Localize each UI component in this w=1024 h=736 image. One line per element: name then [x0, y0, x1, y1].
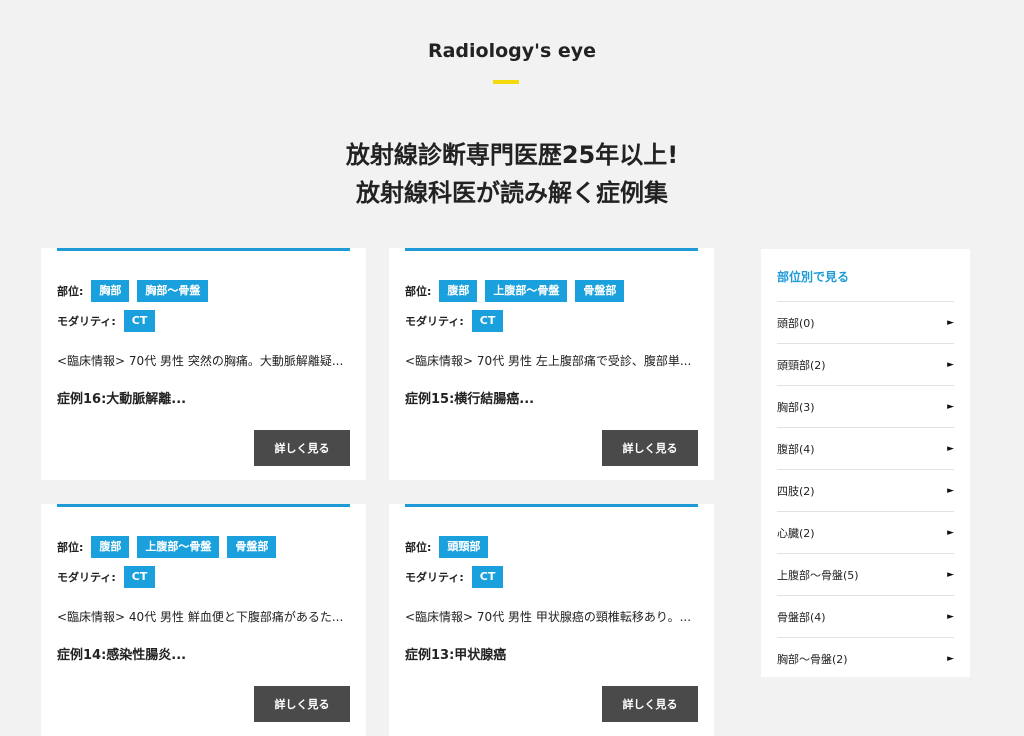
modality-tag[interactable]: CT	[123, 310, 156, 332]
title-underline	[493, 80, 519, 84]
section-title: Radiology's eye	[427, 40, 597, 62]
region-label: 部位:	[57, 285, 84, 298]
headline-line-2: 放射線科医が読み解く症例集	[356, 179, 668, 207]
sidebar-item-label: 胸部〜骨盤(2)	[777, 652, 848, 666]
arrow-right-icon: ►	[947, 653, 954, 664]
region-tag[interactable]: 胸部〜骨盤	[137, 280, 209, 302]
case-title[interactable]: 症例14:感染性腸炎...	[57, 644, 186, 663]
sidebar-item-label: 腹部(4)	[777, 442, 815, 456]
region-tag[interactable]: 胸部	[91, 280, 130, 302]
case-excerpt: <臨床情報> 70代 男性 甲状腺癌の頸椎転移あり。...	[405, 610, 692, 624]
modality-row: モダリティ: CT	[405, 566, 504, 588]
view-details-button[interactable]: 詳しく見る	[254, 430, 350, 466]
sidebar-region-filter: 部位別で見る 頭部(0) ► 頭頸部(2) ► 胸部(3) ► 腹部(4) ► 四肢(2) ► 心臓…	[761, 249, 970, 677]
sidebar-item[interactable]: 上腹部〜骨盤(5) ►	[777, 553, 954, 595]
headline-line-1: 放射線診断専門医歴25年以上!	[345, 141, 679, 169]
arrow-right-icon: ►	[947, 401, 954, 412]
region-tag[interactable]: 腹部	[91, 536, 130, 558]
modality-label: モダリティ:	[405, 571, 464, 584]
case-title[interactable]: 症例15:横行結腸癌...	[405, 388, 534, 407]
region-label: 部位:	[405, 541, 432, 554]
modality-label: モダリティ:	[57, 315, 116, 328]
region-tag[interactable]: 骨盤部	[227, 536, 277, 558]
view-details-button[interactable]: 詳しく見る	[602, 430, 698, 466]
sidebar-item[interactable]: 心臓(2) ►	[777, 511, 954, 553]
arrow-right-icon: ►	[947, 569, 954, 580]
sidebar-item-label: 頭頸部(2)	[777, 358, 826, 372]
modality-tag[interactable]: CT	[471, 566, 504, 588]
region-tag[interactable]: 頭頸部	[439, 536, 489, 558]
sidebar-item-label: 頭部(0)	[777, 316, 815, 330]
view-details-button[interactable]: 詳しく見る	[602, 686, 698, 722]
arrow-right-icon: ►	[947, 443, 954, 454]
modality-tag[interactable]: CT	[471, 310, 504, 332]
region-tag[interactable]: 上腹部〜骨盤	[485, 280, 568, 302]
region-tag[interactable]: 骨盤部	[575, 280, 625, 302]
case-card[interactable]: 部位: 頭頸部モダリティ: CT <臨床情報> 70代 男性 甲状腺癌の頸椎転移あり。…	[389, 504, 714, 736]
sidebar-item-label: 心臓(2)	[777, 526, 815, 540]
case-title[interactable]: 症例16:大動脈解離...	[57, 388, 186, 407]
arrow-right-icon: ►	[947, 611, 954, 622]
case-title[interactable]: 症例13:甲状腺癌	[405, 644, 506, 663]
region-row: 部位: 頭頸部	[405, 536, 489, 558]
region-row: 部位: 腹部 上腹部〜骨盤 骨盤部	[57, 536, 277, 558]
sidebar-item[interactable]: 腹部(4) ►	[777, 427, 954, 469]
sidebar-item-label: 骨盤部(4)	[777, 610, 826, 624]
arrow-right-icon: ►	[947, 485, 954, 496]
modality-tag[interactable]: CT	[123, 566, 156, 588]
case-card[interactable]: 部位: 腹部 上腹部〜骨盤 骨盤部モダリティ: CT <臨床情報> 40代 男性 鮮血便と…	[41, 504, 366, 736]
modality-label: モダリティ:	[405, 315, 464, 328]
sidebar-item-label: 四肢(2)	[777, 484, 815, 498]
sidebar-item[interactable]: 胸部(3) ►	[777, 385, 954, 427]
sidebar-item[interactable]: 骨盤部(4) ►	[777, 595, 954, 637]
modality-row: モダリティ: CT	[405, 310, 504, 332]
case-card[interactable]: 部位: 腹部 上腹部〜骨盤 骨盤部モダリティ: CT <臨床情報> 70代 男性 左上腹部…	[389, 248, 714, 480]
sidebar-item[interactable]: 四肢(2) ►	[777, 469, 954, 511]
region-tag[interactable]: 上腹部〜骨盤	[137, 536, 220, 558]
arrow-right-icon: ►	[947, 317, 954, 328]
case-card[interactable]: 部位: 胸部 胸部〜骨盤モダリティ: CT <臨床情報> 70代 男性 突然の胸痛。大動…	[41, 248, 366, 480]
modality-row: モダリティ: CT	[57, 310, 156, 332]
sidebar-item[interactable]: 頭部(0) ►	[777, 301, 954, 343]
case-excerpt: <臨床情報> 40代 男性 鮮血便と下腹部痛があるた...	[57, 610, 344, 624]
sidebar-item[interactable]: 頭頸部(2) ►	[777, 343, 954, 385]
arrow-right-icon: ►	[947, 359, 954, 370]
region-tag[interactable]: 腹部	[439, 280, 478, 302]
region-label: 部位:	[57, 541, 84, 554]
modality-label: モダリティ:	[57, 571, 116, 584]
sidebar-item[interactable]: 胸部〜骨盤(2) ►	[777, 637, 954, 679]
view-details-button[interactable]: 詳しく見る	[254, 686, 350, 722]
region-row: 部位: 胸部 胸部〜骨盤	[57, 280, 209, 302]
sidebar-title: 部位別で見る	[777, 270, 850, 284]
modality-row: モダリティ: CT	[57, 566, 156, 588]
case-excerpt: <臨床情報> 70代 男性 突然の胸痛。大動脈解離疑...	[57, 354, 344, 368]
sidebar-list: 頭部(0) ► 頭頸部(2) ► 胸部(3) ► 腹部(4) ► 四肢(2) ► 心臓(2) ► 上腹部…	[777, 301, 954, 679]
sidebar-item-label: 上腹部〜骨盤(5)	[777, 568, 859, 582]
headline: 放射線診断専門医歴25年以上! 放射線科医が読み解く症例集	[0, 136, 1024, 212]
sidebar-item-label: 胸部(3)	[777, 400, 815, 414]
arrow-right-icon: ►	[947, 527, 954, 538]
region-row: 部位: 腹部 上腹部〜骨盤 骨盤部	[405, 280, 625, 302]
case-excerpt: <臨床情報> 70代 男性 左上腹部痛で受診、腹部単...	[405, 354, 692, 368]
region-label: 部位:	[405, 285, 432, 298]
